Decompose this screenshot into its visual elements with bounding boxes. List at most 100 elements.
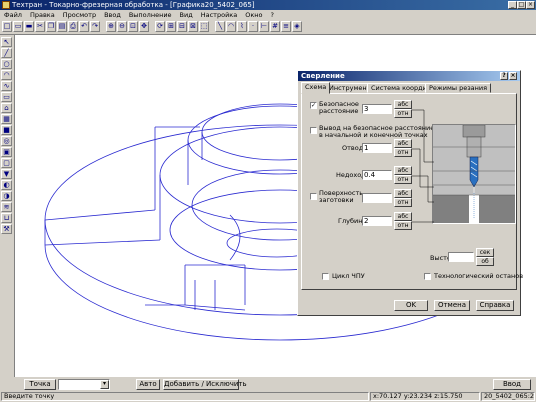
thread-icon[interactable]: ≋ [1, 202, 12, 212]
dwell-rev-button[interactable]: об [476, 257, 494, 266]
turn-icon[interactable]: ◐ [1, 180, 12, 190]
view-top-icon[interactable]: ⊟ [177, 21, 187, 32]
depth-abs-button[interactable]: абс [394, 212, 412, 221]
line-tool-icon[interactable]: ╲ [215, 21, 225, 32]
zoom-out-icon[interactable]: ⊖ [117, 21, 127, 32]
status-bar: Введите точку x:70.127 y:23.234 z:15.750… [0, 391, 536, 402]
view-iso-icon[interactable]: ⬚ [199, 21, 209, 32]
polyline-icon[interactable]: ⌇ [237, 21, 247, 32]
print-icon[interactable]: ⎙ [68, 21, 78, 32]
menu-settings[interactable]: Настройка [197, 10, 241, 20]
stock-surface-checkbox[interactable] [310, 193, 317, 200]
chevron-down-icon[interactable]: ▾ [100, 380, 109, 389]
output-safe-checkbox[interactable] [310, 127, 317, 134]
stock-surface-input[interactable] [362, 193, 392, 203]
safe-distance-rel-button[interactable]: отн [394, 109, 412, 118]
pan-icon[interactable]: ✥ [139, 21, 149, 32]
stock-surface-label-2: заготовки [319, 196, 354, 204]
menu-help[interactable]: ? [266, 10, 277, 20]
retract-input[interactable]: 1 [362, 143, 392, 153]
retract-abs-button[interactable]: абс [394, 139, 412, 148]
retract-label: Отвод [342, 144, 364, 152]
maximize-icon[interactable]: □ [517, 1, 526, 9]
status-prompt: Введите точку [1, 392, 369, 401]
pocket-icon[interactable]: ▣ [1, 147, 12, 157]
cut-icon[interactable]: ✂ [35, 21, 45, 32]
enter-button[interactable]: Ввод [493, 379, 531, 390]
drill-icon[interactable]: ▼ [1, 169, 12, 179]
view-side-icon[interactable]: ⊠ [188, 21, 198, 32]
dialog-close-icon[interactable]: × [509, 72, 517, 80]
solid-icon[interactable]: ■ [1, 125, 12, 135]
safe-distance-label-2: расстояние [319, 107, 359, 115]
retract-rel-button[interactable]: отн [394, 148, 412, 157]
save-icon[interactable]: ▬ [24, 21, 34, 32]
rect-icon[interactable]: ▭ [1, 92, 12, 102]
layers-icon[interactable]: ≡ [281, 21, 291, 32]
tab-scheme[interactable]: Схема [301, 82, 331, 94]
window-title-bar: Техтран - Токарно-фрезерная обработка - … [0, 0, 536, 10]
tab-cutting-modes[interactable]: Режимы резания [425, 83, 492, 93]
open-icon[interactable]: ▭ [13, 21, 23, 32]
safe-distance-checkbox[interactable]: ✓ [310, 102, 317, 109]
circle-icon[interactable]: ○ [1, 59, 12, 69]
tech-stop-checkbox[interactable] [424, 273, 431, 280]
menu-view[interactable]: Просмотр [59, 10, 100, 20]
menu-input[interactable]: Ввод [100, 10, 125, 20]
grid-icon[interactable]: # [270, 21, 280, 32]
paste-icon[interactable]: ▤ [57, 21, 67, 32]
ok-button[interactable]: OK [394, 300, 428, 311]
undercut-rel-button[interactable]: отн [394, 175, 412, 184]
dialog-help-icon[interactable]: ? [500, 72, 508, 80]
render-icon[interactable]: ◈ [292, 21, 302, 32]
view-front-icon[interactable]: ⊞ [166, 21, 176, 32]
menu-look[interactable]: Вид [176, 10, 197, 20]
hole-icon[interactable]: ◎ [1, 136, 12, 146]
menu-run[interactable]: Выполнение [125, 10, 176, 20]
point-icon[interactable]: · [248, 21, 258, 32]
safe-distance-abs-button[interactable]: абс [394, 100, 412, 109]
mill-icon[interactable]: ◑ [1, 191, 12, 201]
surface-icon[interactable]: ▦ [1, 114, 12, 124]
undo-icon[interactable]: ↶ [79, 21, 89, 32]
depth-input[interactable]: 2 [362, 216, 392, 226]
dwell-sec-button[interactable]: сек [476, 248, 494, 257]
auto-button[interactable]: Авто [136, 379, 160, 390]
contour-icon[interactable]: ⌂ [1, 103, 12, 113]
dwell-input[interactable] [448, 252, 474, 262]
stock-surface-abs-button[interactable]: абс [394, 189, 412, 198]
zoom-in-icon[interactable]: ⊕ [106, 21, 116, 32]
stock-surface-rel-button[interactable]: отн [394, 198, 412, 207]
groove-icon[interactable]: ⊔ [1, 213, 12, 223]
arc-icon[interactable]: ◠ [1, 70, 12, 80]
line-icon[interactable]: ╱ [1, 48, 12, 58]
arc-tool-icon[interactable]: ◠ [226, 21, 236, 32]
help-button[interactable]: Справка [476, 300, 514, 311]
copy-icon[interactable]: ❐ [46, 21, 56, 32]
tool-icon[interactable]: ⚒ [1, 224, 12, 234]
minimize-icon[interactable]: _ [508, 1, 517, 9]
cnc-cycle-checkbox[interactable] [322, 273, 329, 280]
menu-edit[interactable]: Правка [26, 10, 59, 20]
measure-icon[interactable]: ⊢ [259, 21, 269, 32]
drilling-dialog: Сверление ? × Схема Инструмент Система к… [297, 70, 524, 316]
rotate-icon[interactable]: ⟳ [155, 21, 165, 32]
redo-icon[interactable]: ↷ [90, 21, 100, 32]
menu-file[interactable]: Файл [0, 10, 26, 20]
new-icon[interactable]: □ [2, 21, 12, 32]
profile-icon[interactable]: ▢ [1, 158, 12, 168]
tech-stop-label: Технологический останов [434, 272, 524, 280]
safe-distance-input[interactable]: 3 [362, 104, 392, 114]
cancel-button[interactable]: Отмена [434, 300, 470, 311]
undercut-input[interactable]: 0.4 [362, 170, 392, 180]
menu-window[interactable]: Окно [241, 10, 266, 20]
close-icon[interactable]: × [526, 1, 535, 9]
depth-rel-button[interactable]: отн [394, 221, 412, 230]
undercut-abs-button[interactable]: абс [394, 166, 412, 175]
add-remove-button[interactable]: Добавить / Исключить [163, 379, 247, 390]
input-bar: Точка ▾ Авто Добавить / Исключить Ввод [0, 378, 536, 391]
zoom-fit-icon[interactable]: ⊡ [128, 21, 138, 32]
point-button[interactable]: Точка [24, 379, 56, 390]
select-icon[interactable]: ↖ [1, 37, 12, 47]
spline-icon[interactable]: ∿ [1, 81, 12, 91]
